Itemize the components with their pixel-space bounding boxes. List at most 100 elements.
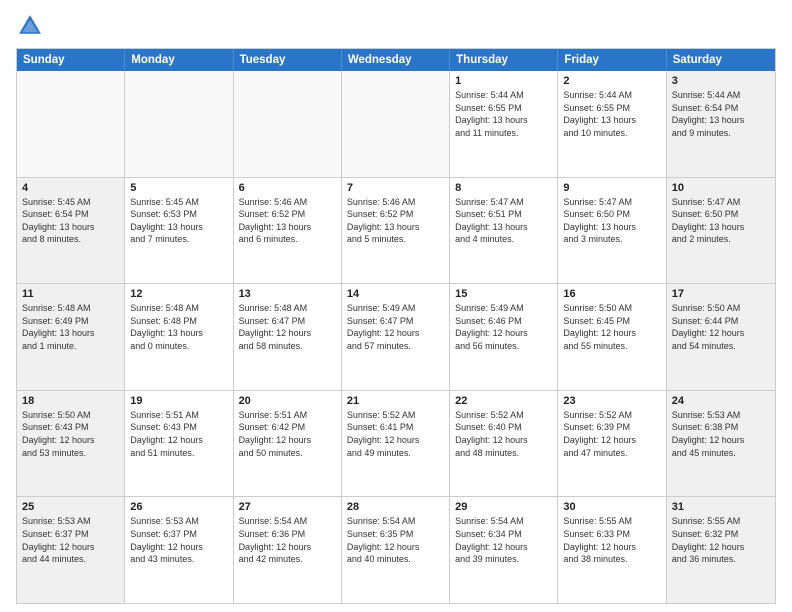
day-cell-2: 2 Sunrise: 5:44 AM Sunset: 6:55 PM Daylig… [558,71,666,177]
cell-info-text: Sunrise: 5:44 AM Sunset: 6:54 PM Dayligh… [672,89,770,139]
cell-info-text: Sunrise: 5:46 AM Sunset: 6:52 PM Dayligh… [347,196,444,246]
calendar-row-0: 1 Sunrise: 5:44 AM Sunset: 6:55 PM Daylig… [17,71,775,178]
cell-info-text: Sunrise: 5:53 AM Sunset: 6:37 PM Dayligh… [22,515,119,565]
cell-info-text: Sunrise: 5:50 AM Sunset: 6:45 PM Dayligh… [563,302,660,352]
cell-info-text: Sunrise: 5:52 AM Sunset: 6:39 PM Dayligh… [563,409,660,459]
day-number: 15 [455,288,552,300]
day-cell-9: 9 Sunrise: 5:47 AM Sunset: 6:50 PM Daylig… [558,178,666,284]
day-cell-18: 18Sunrise: 5:50 AM Sunset: 6:43 PM Dayli… [17,391,125,497]
cell-info-text: Sunrise: 5:50 AM Sunset: 6:43 PM Dayligh… [22,409,119,459]
cell-info-text: Sunrise: 5:50 AM Sunset: 6:44 PM Dayligh… [672,302,770,352]
day-number: 17 [672,288,770,300]
day-cell-14: 14 Sunrise: 5:49 AM Sunset: 6:47 PM Dayli… [342,284,450,390]
calendar-row-4: 25 Sunrise: 5:53 AM Sunset: 6:37 PM Dayli… [17,497,775,603]
cell-info-text: Sunrise: 5:44 AM Sunset: 6:55 PM Dayligh… [455,89,552,139]
cell-info-text: Sunrise: 5:45 AM Sunset: 6:53 PM Dayligh… [130,196,227,246]
weekday-header-saturday: Saturday [667,49,775,71]
day-cell-16: 16 Sunrise: 5:50 AM Sunset: 6:45 PM Dayli… [558,284,666,390]
day-number: 31 [672,501,770,513]
day-number: 3 [672,75,770,87]
day-number: 2 [563,75,660,87]
cell-info-text: Sunrise: 5:46 AM Sunset: 6:52 PM Dayligh… [239,196,336,246]
day-cell-24: 24 Sunrise: 5:53 AM Sunset: 6:38 PM Dayli… [667,391,775,497]
cell-info-text: Sunrise: 5:48 AM Sunset: 6:49 PM Dayligh… [22,302,119,352]
day-number: 12 [130,288,227,300]
weekday-header-sunday: Sunday [17,49,125,71]
day-cell-6: 6Sunrise: 5:46 AM Sunset: 6:52 PM Daylig… [234,178,342,284]
weekday-header-tuesday: Tuesday [234,49,342,71]
day-number: 28 [347,501,444,513]
cell-info-text: Sunrise: 5:49 AM Sunset: 6:47 PM Dayligh… [347,302,444,352]
day-number: 24 [672,395,770,407]
page: SundayMondayTuesdayWednesdayThursdayFrid… [0,0,792,612]
weekday-header-monday: Monday [125,49,233,71]
day-cell-20: 20 Sunrise: 5:51 AM Sunset: 6:42 PM Dayli… [234,391,342,497]
day-number: 21 [347,395,444,407]
day-cell-4: 4Sunrise: 5:45 AM Sunset: 6:54 PM Daylig… [17,178,125,284]
cell-info-text: Sunrise: 5:44 AM Sunset: 6:55 PM Dayligh… [563,89,660,139]
day-cell-25: 25 Sunrise: 5:53 AM Sunset: 6:37 PM Dayli… [17,497,125,603]
cell-info-text: Sunrise: 5:55 AM Sunset: 6:33 PM Dayligh… [563,515,660,565]
cell-info-text: Sunrise: 5:52 AM Sunset: 6:40 PM Dayligh… [455,409,552,459]
day-number: 10 [672,182,770,194]
day-cell-15: 15 Sunrise: 5:49 AM Sunset: 6:46 PM Dayli… [450,284,558,390]
calendar-row-2: 11 Sunrise: 5:48 AM Sunset: 6:49 PM Dayli… [17,284,775,391]
day-number: 16 [563,288,660,300]
day-cell-30: 30 Sunrise: 5:55 AM Sunset: 6:33 PM Dayli… [558,497,666,603]
cell-info-text: Sunrise: 5:54 AM Sunset: 6:35 PM Dayligh… [347,515,444,565]
day-number: 19 [130,395,227,407]
day-number: 27 [239,501,336,513]
empty-cell-0-0 [17,71,125,177]
day-cell-12: 12 Sunrise: 5:48 AM Sunset: 6:48 PM Dayli… [125,284,233,390]
day-cell-13: 13 Sunrise: 5:48 AM Sunset: 6:47 PM Dayli… [234,284,342,390]
cell-info-text: Sunrise: 5:48 AM Sunset: 6:48 PM Dayligh… [130,302,227,352]
day-number: 13 [239,288,336,300]
day-number: 11 [22,288,119,300]
empty-cell-0-2 [234,71,342,177]
day-number: 1 [455,75,552,87]
day-cell-8: 8Sunrise: 5:47 AM Sunset: 6:51 PM Daylig… [450,178,558,284]
day-number: 22 [455,395,552,407]
day-number: 23 [563,395,660,407]
cell-info-text: Sunrise: 5:47 AM Sunset: 6:51 PM Dayligh… [455,196,552,246]
cell-info-text: Sunrise: 5:47 AM Sunset: 6:50 PM Dayligh… [563,196,660,246]
day-cell-22: 22 Sunrise: 5:52 AM Sunset: 6:40 PM Dayli… [450,391,558,497]
day-number: 14 [347,288,444,300]
day-cell-26: 26 Sunrise: 5:53 AM Sunset: 6:37 PM Dayli… [125,497,233,603]
day-number: 25 [22,501,119,513]
day-number: 30 [563,501,660,513]
calendar-row-3: 18Sunrise: 5:50 AM Sunset: 6:43 PM Dayli… [17,391,775,498]
cell-info-text: Sunrise: 5:53 AM Sunset: 6:37 PM Dayligh… [130,515,227,565]
cell-info-text: Sunrise: 5:48 AM Sunset: 6:47 PM Dayligh… [239,302,336,352]
cell-info-text: Sunrise: 5:51 AM Sunset: 6:42 PM Dayligh… [239,409,336,459]
day-cell-7: 7 Sunrise: 5:46 AM Sunset: 6:52 PM Daylig… [342,178,450,284]
logo-icon [16,12,44,40]
day-cell-5: 5 Sunrise: 5:45 AM Sunset: 6:53 PM Daylig… [125,178,233,284]
cell-info-text: Sunrise: 5:49 AM Sunset: 6:46 PM Dayligh… [455,302,552,352]
day-cell-31: 31 Sunrise: 5:55 AM Sunset: 6:32 PM Dayli… [667,497,775,603]
cell-info-text: Sunrise: 5:55 AM Sunset: 6:32 PM Dayligh… [672,515,770,565]
calendar-body: 1 Sunrise: 5:44 AM Sunset: 6:55 PM Daylig… [17,71,775,603]
cell-info-text: Sunrise: 5:51 AM Sunset: 6:43 PM Dayligh… [130,409,227,459]
day-cell-19: 19 Sunrise: 5:51 AM Sunset: 6:43 PM Dayli… [125,391,233,497]
day-cell-23: 23 Sunrise: 5:52 AM Sunset: 6:39 PM Dayli… [558,391,666,497]
day-cell-29: 29Sunrise: 5:54 AM Sunset: 6:34 PM Dayli… [450,497,558,603]
weekday-header-wednesday: Wednesday [342,49,450,71]
day-number: 5 [130,182,227,194]
day-number: 7 [347,182,444,194]
header [16,12,776,40]
cell-info-text: Sunrise: 5:54 AM Sunset: 6:34 PM Dayligh… [455,515,552,565]
day-number: 20 [239,395,336,407]
day-number: 9 [563,182,660,194]
day-cell-10: 10Sunrise: 5:47 AM Sunset: 6:50 PM Dayli… [667,178,775,284]
empty-cell-0-3 [342,71,450,177]
day-cell-11: 11 Sunrise: 5:48 AM Sunset: 6:49 PM Dayli… [17,284,125,390]
empty-cell-0-1 [125,71,233,177]
weekday-header-thursday: Thursday [450,49,558,71]
cell-info-text: Sunrise: 5:52 AM Sunset: 6:41 PM Dayligh… [347,409,444,459]
cell-info-text: Sunrise: 5:54 AM Sunset: 6:36 PM Dayligh… [239,515,336,565]
day-cell-1: 1 Sunrise: 5:44 AM Sunset: 6:55 PM Daylig… [450,71,558,177]
day-cell-28: 28 Sunrise: 5:54 AM Sunset: 6:35 PM Dayli… [342,497,450,603]
day-number: 26 [130,501,227,513]
cell-info-text: Sunrise: 5:53 AM Sunset: 6:38 PM Dayligh… [672,409,770,459]
